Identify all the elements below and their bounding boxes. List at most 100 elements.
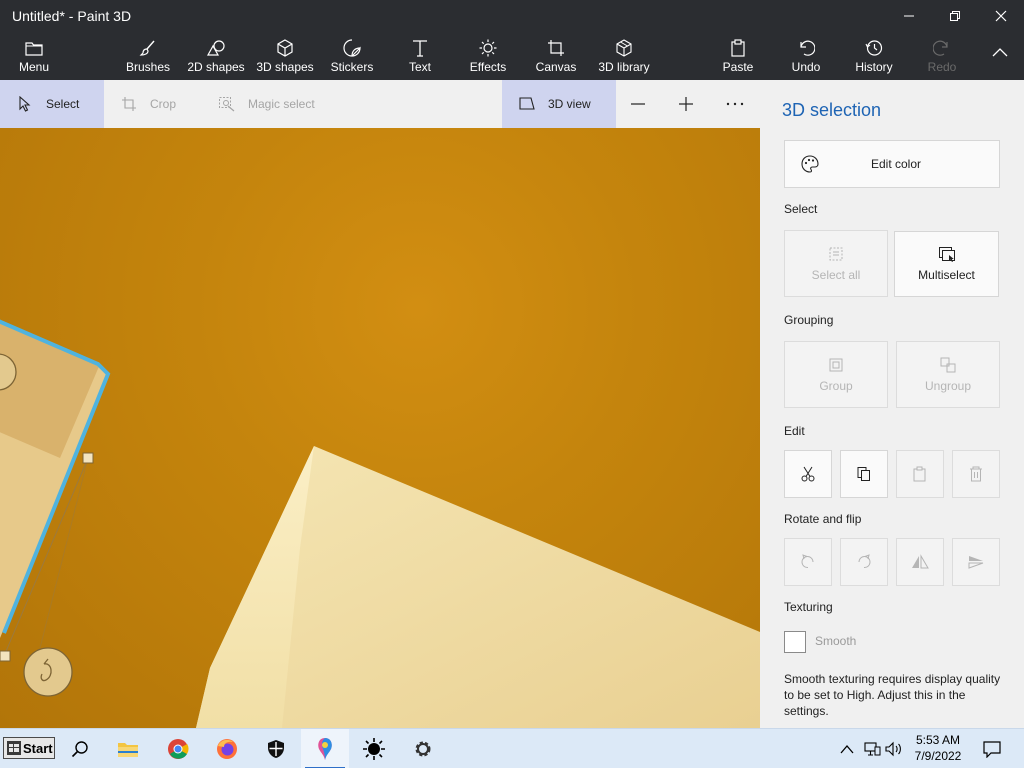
- redo-button[interactable]: Redo: [922, 32, 962, 80]
- flip-horizontal-icon: [912, 554, 929, 569]
- ungroup-icon: [940, 357, 956, 372]
- folder-icon: [23, 38, 45, 58]
- edit-section-label: Edit: [784, 424, 805, 438]
- history-label: History: [855, 60, 893, 74]
- effects-label: Effects: [469, 60, 507, 74]
- restore-icon: [950, 11, 960, 21]
- group-button[interactable]: Group: [784, 341, 888, 408]
- 3d-shapes-button[interactable]: 3D shapes: [254, 32, 316, 80]
- paste-button[interactable]: Paste: [718, 32, 758, 80]
- redo-icon: [931, 38, 953, 58]
- flip-vertical-button[interactable]: [952, 538, 1000, 586]
- history-icon: [863, 38, 885, 58]
- 3d-view-label: 3D view: [548, 97, 591, 111]
- copy-button[interactable]: [840, 450, 888, 498]
- window-title: Untitled* - Paint 3D: [12, 8, 132, 24]
- palette-icon: [801, 155, 821, 173]
- select-all-button[interactable]: Select all: [784, 230, 888, 297]
- resize-handle-2[interactable]: [0, 650, 11, 662]
- multiselect-button[interactable]: Multiselect: [894, 231, 999, 297]
- effects-button[interactable]: Effects: [466, 32, 510, 80]
- select-all-label: Select all: [811, 267, 861, 282]
- brushes-label: Brushes: [125, 60, 171, 74]
- notifications-button[interactable]: [982, 739, 1002, 759]
- 2d-shapes-button[interactable]: 2D shapes: [186, 32, 246, 80]
- clock-time: 5:53 AM: [915, 733, 961, 747]
- ungroup-label: Ungroup: [924, 378, 972, 393]
- collapse-ribbon-button[interactable]: [986, 32, 1014, 80]
- group-label: Group: [819, 378, 853, 393]
- multiselect-icon: [938, 247, 955, 262]
- text-button[interactable]: Text: [400, 32, 440, 80]
- close-button[interactable]: [978, 0, 1024, 32]
- stickers-button[interactable]: Stickers: [328, 32, 376, 80]
- magic-select-tool-button[interactable]: Magic select: [218, 80, 348, 128]
- menu-label: Menu: [18, 60, 50, 74]
- taskbar-clock[interactable]: 5:53 AM 7/9/2022: [904, 732, 972, 764]
- 3d-scene[interactable]: [0, 128, 760, 728]
- 3d-view-icon: [518, 95, 536, 113]
- taskbar-brightness[interactable]: [350, 729, 398, 768]
- taskbar-settings[interactable]: [399, 729, 447, 768]
- more-options-button[interactable]: [726, 80, 746, 128]
- search-button[interactable]: [56, 729, 104, 768]
- minimize-button[interactable]: [886, 0, 932, 32]
- restore-button[interactable]: [932, 0, 978, 32]
- network-icon: [864, 742, 881, 756]
- flip-vertical-icon: [968, 556, 984, 569]
- undo-button[interactable]: Undo: [786, 32, 826, 80]
- window-controls: [886, 0, 1024, 32]
- network-tray-button[interactable]: [862, 739, 882, 759]
- 3d-library-icon: [613, 38, 635, 58]
- canvas-button[interactable]: Canvas: [534, 32, 578, 80]
- panel-title: 3D selection: [782, 100, 882, 120]
- taskbar: Start 5:53 AM 7/9/2022: [0, 728, 1024, 768]
- minus-icon: [631, 103, 645, 105]
- search-icon: [71, 741, 88, 758]
- file-explorer-icon: [118, 743, 138, 757]
- rotate-right-button[interactable]: [840, 538, 888, 586]
- taskbar-paint3d[interactable]: [301, 729, 349, 768]
- taskbar-file-explorer[interactable]: [104, 729, 152, 768]
- flip-horizontal-button[interactable]: [896, 538, 944, 586]
- edit-color-button[interactable]: Edit color: [784, 140, 1000, 188]
- menu-button[interactable]: Menu: [12, 32, 56, 80]
- taskbar-chrome[interactable]: [154, 729, 202, 768]
- delete-button[interactable]: [952, 450, 1000, 498]
- 2d-shapes-label: 2D shapes: [187, 60, 245, 74]
- taskbar-firefox[interactable]: [203, 729, 251, 768]
- show-hidden-icons-button[interactable]: [838, 739, 856, 759]
- history-button[interactable]: History: [852, 32, 896, 80]
- 3d-library-button[interactable]: 3D library: [596, 32, 652, 80]
- speaker-icon: [885, 741, 901, 757]
- cut-button[interactable]: [784, 450, 832, 498]
- undo-icon: [795, 38, 817, 58]
- brush-icon: [137, 38, 159, 58]
- volume-tray-button[interactable]: [884, 739, 904, 759]
- smooth-checkbox[interactable]: [784, 631, 806, 653]
- taskbar-security[interactable]: [252, 729, 300, 768]
- rotate-handle[interactable]: [23, 647, 73, 697]
- firefox-icon: [217, 739, 237, 759]
- multiselect-label: Multiselect: [918, 268, 975, 282]
- text-icon: [409, 38, 431, 58]
- smooth-texturing-note: Smooth texturing requires display qualit…: [784, 672, 1001, 718]
- rotate-left-button[interactable]: [784, 538, 832, 586]
- drawing-canvas[interactable]: [0, 128, 760, 728]
- ungroup-button[interactable]: Ungroup: [896, 341, 1000, 408]
- 3d-view-toggle[interactable]: 3D view: [502, 80, 616, 128]
- copy-icon: [857, 467, 870, 481]
- brushes-button[interactable]: Brushes: [124, 32, 172, 80]
- paint3d-icon: [318, 738, 332, 760]
- canvas-icon: [545, 38, 567, 58]
- crop-tool-button[interactable]: Crop: [120, 80, 200, 128]
- edit-color-label: Edit color: [870, 157, 922, 171]
- select-tool-button[interactable]: Select: [0, 80, 104, 128]
- chevron-up-icon: [840, 745, 854, 754]
- zoom-out-button[interactable]: [630, 80, 650, 128]
- start-button[interactable]: Start: [3, 737, 55, 759]
- resize-handle[interactable]: [82, 452, 94, 464]
- select-section-label: Select: [784, 202, 818, 216]
- zoom-in-button[interactable]: [678, 80, 698, 128]
- paste-panel-button[interactable]: [896, 450, 944, 498]
